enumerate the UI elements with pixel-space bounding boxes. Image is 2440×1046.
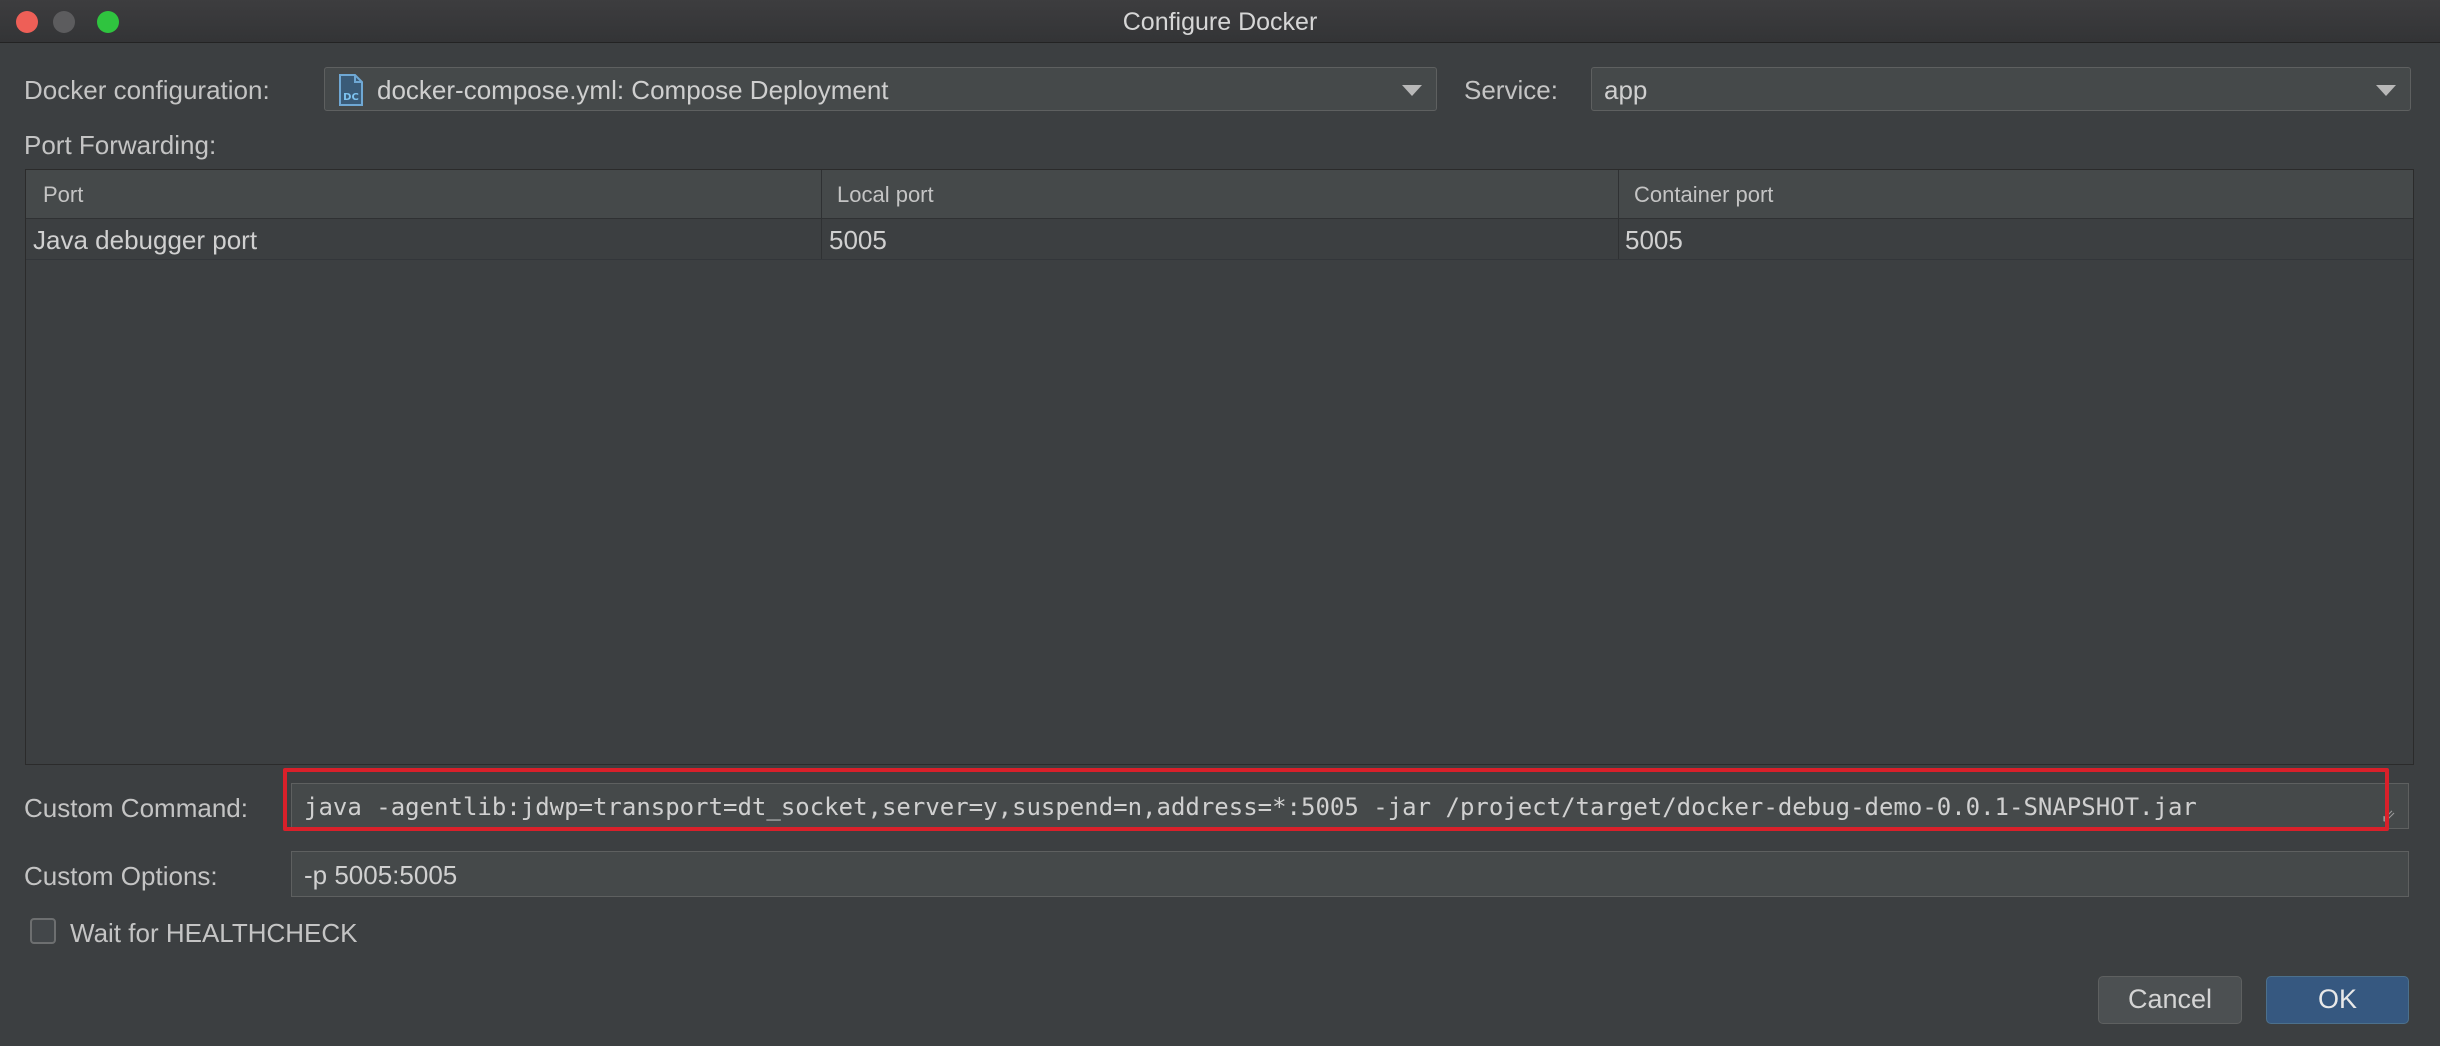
custom-options-input[interactable]: -p 5005:5005 — [291, 851, 2409, 897]
column-header-local-port[interactable]: Local port — [837, 182, 934, 208]
column-header-port[interactable]: Port — [43, 182, 83, 208]
column-header-container-port[interactable]: Container port — [1634, 182, 1773, 208]
docker-compose-icon: DC — [339, 74, 363, 106]
custom-options-label: Custom Options: — [24, 861, 218, 891]
healthcheck-checkbox[interactable] — [30, 918, 56, 944]
table-row[interactable]: Java debugger port 5005 5005 — [26, 219, 2413, 260]
ok-button[interactable]: OK — [2266, 976, 2409, 1024]
service-value: app — [1604, 75, 1648, 105]
highlight-box — [283, 768, 2389, 831]
custom-options-value: -p 5005:5005 — [304, 860, 458, 890]
healthcheck-label: Wait for HEALTHCHECK — [70, 918, 358, 948]
cancel-button[interactable]: Cancel — [2098, 976, 2242, 1024]
port-forwarding-table: Port Local port Container port Java debu… — [25, 169, 2414, 765]
window-title: Configure Docker — [1122, 8, 1318, 36]
service-select[interactable]: app — [1591, 67, 2411, 111]
docker-configuration-label: Docker configuration: — [24, 75, 270, 105]
chevron-down-icon — [1402, 85, 1422, 96]
title-bar: Configure Docker — [0, 0, 2440, 43]
svg-text:DC: DC — [343, 92, 359, 103]
port-forwarding-label: Port Forwarding: — [24, 130, 217, 160]
docker-configuration-value: docker-compose.yml: Compose Deployment — [377, 75, 889, 105]
chevron-down-icon — [2376, 85, 2396, 96]
container-port-cell[interactable]: 5005 — [1625, 225, 1683, 256]
custom-command-label: Custom Command: — [24, 793, 248, 823]
local-port-cell[interactable]: 5005 — [829, 225, 887, 256]
table-header: Port Local port Container port — [26, 170, 2413, 219]
service-label: Service: — [1464, 75, 1558, 105]
port-name-cell[interactable]: Java debugger port — [33, 225, 257, 256]
docker-configuration-select[interactable]: DC docker-compose.yml: Compose Deploymen… — [324, 67, 1437, 111]
